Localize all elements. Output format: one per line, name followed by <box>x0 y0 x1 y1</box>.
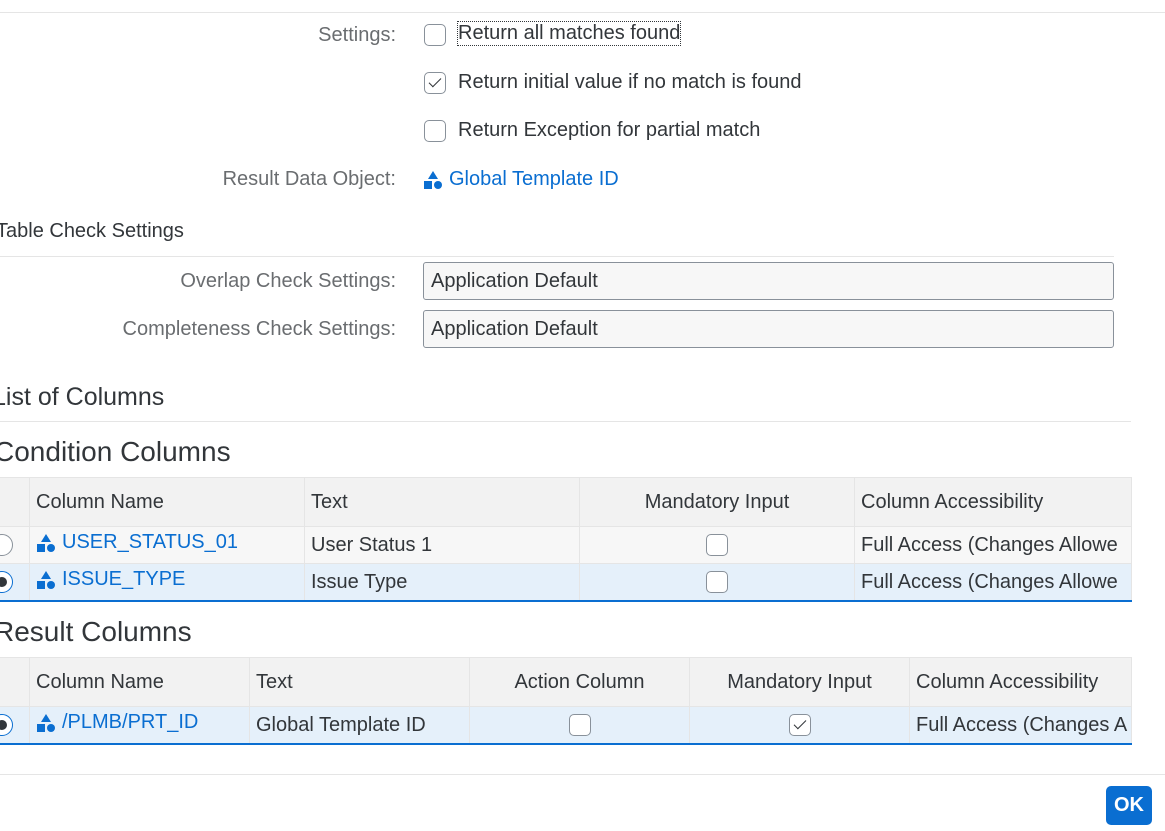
column-header[interactable]: Mandatory Input <box>689 657 910 707</box>
mandatory-checkbox[interactable] <box>706 534 728 557</box>
table-check-divider <box>0 256 1114 257</box>
text-cell: Global Template ID <box>249 706 470 745</box>
data-object-icon <box>36 533 56 553</box>
column-name-cell[interactable]: /PLMB/PRT_ID <box>29 706 250 745</box>
action-checkbox[interactable] <box>568 714 591 737</box>
column-header[interactable]: Column Name <box>29 477 305 527</box>
return-all-matches-label[interactable]: Return all matches found <box>456 21 682 46</box>
result-columns-table: Column Name Text Action Column Mandatory… <box>0 657 1132 745</box>
result-data-object-value[interactable]: Global Template ID <box>449 168 619 191</box>
row-selector[interactable] <box>0 706 30 745</box>
table-check-title: Table Check Settings <box>0 220 184 242</box>
overlap-check-label: Overlap Check Settings: <box>180 270 396 292</box>
condition-columns-title: Condition Columns <box>0 436 231 467</box>
column-header[interactable]: Column Name <box>29 657 250 707</box>
data-object-icon <box>36 570 56 590</box>
column-header[interactable]: Text <box>249 657 470 707</box>
column-name-text[interactable]: /PLMB/PRT_ID <box>62 711 198 734</box>
select-all-header[interactable] <box>0 657 30 707</box>
column-header[interactable]: Column Accessibility <box>909 657 1132 707</box>
text-cell: Issue Type <box>304 563 580 602</box>
accessibility-cell: Full Access (Changes A <box>909 706 1132 745</box>
return-all-matches-checkbox[interactable] <box>424 24 446 46</box>
column-name-link[interactable]: ISSUE_TYPE <box>36 568 185 591</box>
mandatory-cell <box>579 526 855 564</box>
completeness-check-label: Completeness Check Settings: <box>122 318 396 340</box>
result-data-object-link[interactable]: Global Template ID <box>423 168 619 191</box>
column-name-cell[interactable]: USER_STATUS_01 <box>29 526 305 564</box>
action-cell <box>469 706 690 745</box>
column-name-link[interactable]: /PLMB/PRT_ID <box>36 711 198 734</box>
table-row[interactable]: ISSUE_TYPE Issue Type Full Access (Chang… <box>0 563 1132 602</box>
row-selector[interactable] <box>0 563 30 602</box>
ok-button[interactable]: OK <box>1106 786 1152 825</box>
row-radio[interactable] <box>0 714 13 737</box>
list-of-columns-title: List of Columns <box>0 383 165 411</box>
overlap-check-field[interactable]: Application Default <box>423 262 1114 300</box>
condition-columns-table: Column Name Text Mandatory Input Column … <box>0 477 1132 602</box>
top-divider <box>0 12 1165 13</box>
table-header-row: Column Name Text Action Column Mandatory… <box>0 657 1132 707</box>
column-header[interactable]: Column Accessibility <box>854 477 1132 527</box>
column-header[interactable]: Text <box>304 477 580 527</box>
mandatory-checkbox[interactable] <box>706 571 728 594</box>
column-header[interactable]: Action Column <box>469 657 690 707</box>
accessibility-cell: Full Access (Changes Allowe <box>854 563 1132 602</box>
result-data-object-label: Result Data Object: <box>222 168 396 190</box>
mandatory-checkbox[interactable] <box>788 714 811 737</box>
row-radio[interactable] <box>0 534 13 557</box>
column-header[interactable]: Mandatory Input <box>579 477 855 527</box>
return-initial-value-label[interactable]: Return initial value if no match is foun… <box>458 71 802 94</box>
data-object-icon <box>36 713 56 733</box>
column-name-link[interactable]: USER_STATUS_01 <box>36 531 238 554</box>
column-name-cell[interactable]: ISSUE_TYPE <box>29 563 305 602</box>
select-all-header[interactable] <box>0 477 30 527</box>
data-object-icon <box>423 170 443 190</box>
table-row[interactable]: USER_STATUS_01 User Status 1 Full Access… <box>0 526 1132 564</box>
list-of-columns-divider <box>0 421 1131 422</box>
mandatory-cell <box>579 563 855 602</box>
accessibility-cell: Full Access (Changes Allowe <box>854 526 1132 564</box>
footer-divider <box>0 774 1165 775</box>
result-columns-title: Result Columns <box>0 616 192 647</box>
return-initial-value-checkbox[interactable] <box>424 72 446 94</box>
column-name-text[interactable]: ISSUE_TYPE <box>62 568 185 591</box>
row-selector[interactable] <box>0 526 30 564</box>
text-cell: User Status 1 <box>304 526 580 564</box>
table-header-row: Column Name Text Mandatory Input Column … <box>0 477 1132 527</box>
return-exception-label[interactable]: Return Exception for partial match <box>458 119 760 142</box>
table-row[interactable]: /PLMB/PRT_ID Global Template ID Full Acc… <box>0 706 1132 745</box>
completeness-check-field[interactable]: Application Default <box>423 310 1114 348</box>
return-exception-checkbox[interactable] <box>424 120 446 142</box>
settings-label: Settings: <box>318 24 396 46</box>
mandatory-cell <box>689 706 910 745</box>
column-name-text[interactable]: USER_STATUS_01 <box>62 531 238 554</box>
row-radio[interactable] <box>0 571 13 594</box>
